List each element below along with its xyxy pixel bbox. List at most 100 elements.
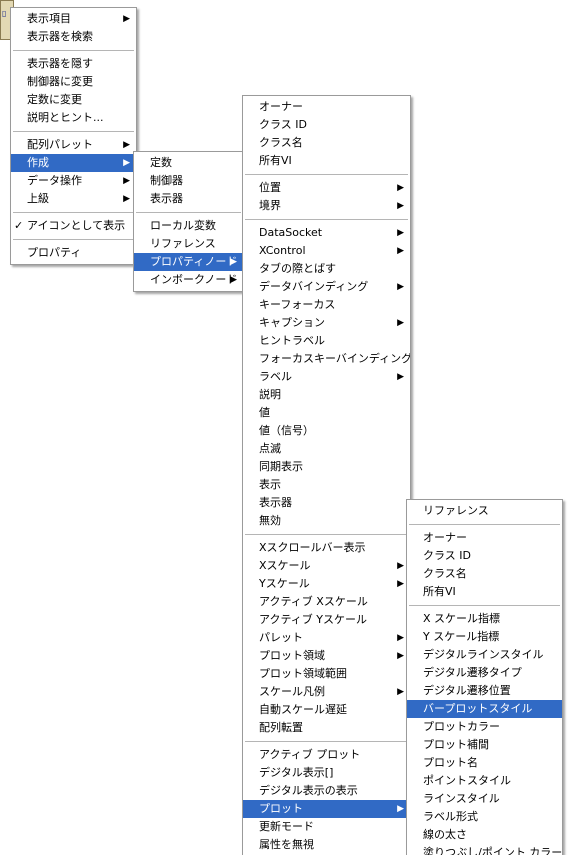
menu-item[interactable]: X スケール指標 xyxy=(407,610,562,628)
menu-item-submenu[interactable]: 上級 ▶ xyxy=(11,190,136,208)
menu-item-submenu[interactable]: データ操作 ▶ xyxy=(11,172,136,190)
menu-item[interactable]: 説明 xyxy=(243,386,410,404)
menu-item[interactable]: ヒントラベル xyxy=(243,332,410,350)
menu-item-label: プロット名 xyxy=(423,756,478,769)
menu-item-label: 境界 xyxy=(259,199,281,212)
menu-item[interactable]: アクティブ Xスケール xyxy=(243,593,410,611)
menu-item[interactable]: リファレンス xyxy=(134,235,243,253)
menu-item[interactable]: Y スケール指標 xyxy=(407,628,562,646)
menu-item[interactable]: 点滅 xyxy=(243,440,410,458)
menu-item-submenu[interactable]: 表示項目 ▶ xyxy=(11,10,136,28)
menu-item[interactable]: 塗りつぶし/ポイント カラー xyxy=(407,844,562,855)
menu-item[interactable]: オーナー xyxy=(407,529,562,547)
menu-item[interactable]: バープロットスタイル xyxy=(407,700,562,718)
menu-item[interactable]: 定数に変更 xyxy=(11,91,136,109)
menu-item[interactable]: 属性を無視 xyxy=(243,836,410,854)
menu-item-label: アクティブ プロット xyxy=(259,748,361,761)
menu-item[interactable]: 表示 xyxy=(243,476,410,494)
menu-item[interactable]: クラス名 xyxy=(407,565,562,583)
menu-item[interactable]: タブの際とばす xyxy=(243,260,410,278)
menu-item-label: 無効 xyxy=(259,514,281,527)
submenu-arrow-icon: ▶ xyxy=(397,246,404,256)
menu-item[interactable]: 配列転置 xyxy=(243,719,410,737)
menu-item[interactable]: 制御器に変更 xyxy=(11,73,136,91)
menu-item-submenu[interactable]: ラベル ▶ xyxy=(243,368,410,386)
menu-item-label: ポイントスタイル xyxy=(423,774,511,787)
submenu-arrow-icon: ▶ xyxy=(123,194,130,204)
menu-item-label: 表示器を隠す xyxy=(27,57,93,70)
menu-item[interactable]: 制御器 xyxy=(134,172,243,190)
menu-item[interactable]: アクティブ Yスケール xyxy=(243,611,410,629)
menu-item[interactable]: クラス名 xyxy=(243,134,410,152)
menu-item[interactable]: 説明とヒント... xyxy=(11,109,136,127)
menu-item[interactable]: 表示器を検索 xyxy=(11,28,136,46)
submenu-arrow-icon: ▶ xyxy=(230,275,237,285)
menu-item-submenu[interactable]: パレット ▶ xyxy=(243,629,410,647)
menu-item-submenu[interactable]: 位置 ▶ xyxy=(243,179,410,197)
menu-item[interactable]: 表示器 xyxy=(243,494,410,512)
menu-item-submenu[interactable]: プロット ▶ xyxy=(243,800,410,818)
menu-item[interactable]: 定数 xyxy=(134,154,243,172)
menu-item-submenu[interactable]: XControl ▶ xyxy=(243,242,410,260)
menu-item[interactable]: クラス ID xyxy=(243,116,410,134)
submenu-arrow-icon: ▶ xyxy=(397,183,404,193)
menu-item[interactable]: オーナー xyxy=(243,98,410,116)
menu-item-label: Xスケール xyxy=(259,559,311,572)
menu-item[interactable]: 値（信号） xyxy=(243,422,410,440)
menu-item[interactable]: ✓ アイコンとして表示 xyxy=(11,217,136,235)
menu-item[interactable]: プロパティ xyxy=(11,244,136,262)
submenu-arrow-icon: ▶ xyxy=(123,14,130,24)
menu-item-submenu[interactable]: 作成 ▶ xyxy=(11,154,136,172)
menu-item[interactable]: 同期表示 xyxy=(243,458,410,476)
submenu-create: 定数 制御器 表示器ローカル変数 リファレンス プロパティノード ▶ インボークノード ▶ xyxy=(133,151,244,292)
menu-item-label: 制御器に変更 xyxy=(27,75,93,88)
menu-item[interactable]: 所有VI xyxy=(243,152,410,170)
menu-item[interactable]: 線の太さ xyxy=(407,826,562,844)
menu-item[interactable]: ポイントスタイル xyxy=(407,772,562,790)
menu-item[interactable]: 値 xyxy=(243,404,410,422)
menu-item[interactable]: ラインスタイル xyxy=(407,790,562,808)
menu-item[interactable]: ローカル変数 xyxy=(134,217,243,235)
menu-item-submenu[interactable]: インボークノード ▶ xyxy=(134,271,243,289)
menu-item-submenu[interactable]: Yスケール ▶ xyxy=(243,575,410,593)
menu-item[interactable]: プロット補間 xyxy=(407,736,562,754)
menu-item[interactable]: プロットカラー xyxy=(407,718,562,736)
menu-item[interactable]: クラス ID xyxy=(407,547,562,565)
menu-item-submenu[interactable]: スケール凡例 ▶ xyxy=(243,683,410,701)
menu-item-submenu[interactable]: データバインディング ▶ xyxy=(243,278,410,296)
menu-separator xyxy=(13,212,134,213)
menu-item[interactable]: 更新モード xyxy=(243,818,410,836)
menu-item[interactable]: Xスクロールバー表示 xyxy=(243,539,410,557)
submenu-arrow-icon: ▶ xyxy=(397,633,404,643)
menu-item[interactable]: デジタル遷移位置 xyxy=(407,682,562,700)
menu-item-submenu[interactable]: DataSocket ▶ xyxy=(243,224,410,242)
menu-item-submenu[interactable]: プロット領域 ▶ xyxy=(243,647,410,665)
menu-item-label: 線の太さ xyxy=(423,828,467,841)
menu-item-label: 表示項目 xyxy=(27,12,71,25)
menu-item[interactable]: 表示器 xyxy=(134,190,243,208)
menu-item[interactable]: ラベル形式 xyxy=(407,808,562,826)
menu-item[interactable]: 表示器を隠す xyxy=(11,55,136,73)
menu-item[interactable]: 無効 xyxy=(243,512,410,530)
menu-item-label: プロット領域範囲 xyxy=(259,667,347,680)
menu-item[interactable]: アクティブ プロット xyxy=(243,746,410,764)
menu-item[interactable]: 自動スケール遅延 xyxy=(243,701,410,719)
submenu-plot: リファレンス オーナー クラス ID クラス名 所有VI X スケール指標 Y スケール指標… xyxy=(406,499,563,855)
menu-item-submenu[interactable]: 配列パレット ▶ xyxy=(11,136,136,154)
menu-item-submenu[interactable]: プロパティノード ▶ xyxy=(134,253,243,271)
menu-item[interactable]: キーフォーカス xyxy=(243,296,410,314)
menu-item[interactable]: 所有VI xyxy=(407,583,562,601)
menu-item-submenu[interactable]: Xスケール ▶ xyxy=(243,557,410,575)
menu-item[interactable]: デジタル遷移タイプ xyxy=(407,664,562,682)
menu-item-label: 塗りつぶし/ポイント カラー xyxy=(423,846,562,855)
menu-item-label: オーナー xyxy=(259,100,303,113)
menu-item[interactable]: デジタル表示の表示 xyxy=(243,782,410,800)
menu-item-submenu[interactable]: 境界 ▶ xyxy=(243,197,410,215)
menu-item[interactable]: デジタルラインスタイル xyxy=(407,646,562,664)
menu-item[interactable]: フォーカスキーバインディング xyxy=(243,350,410,368)
menu-item[interactable]: リファレンス xyxy=(407,502,562,520)
menu-item-submenu[interactable]: キャプション ▶ xyxy=(243,314,410,332)
menu-item[interactable]: デジタル表示[] xyxy=(243,764,410,782)
menu-item[interactable]: プロット名 xyxy=(407,754,562,772)
menu-item[interactable]: プロット領域範囲 xyxy=(243,665,410,683)
